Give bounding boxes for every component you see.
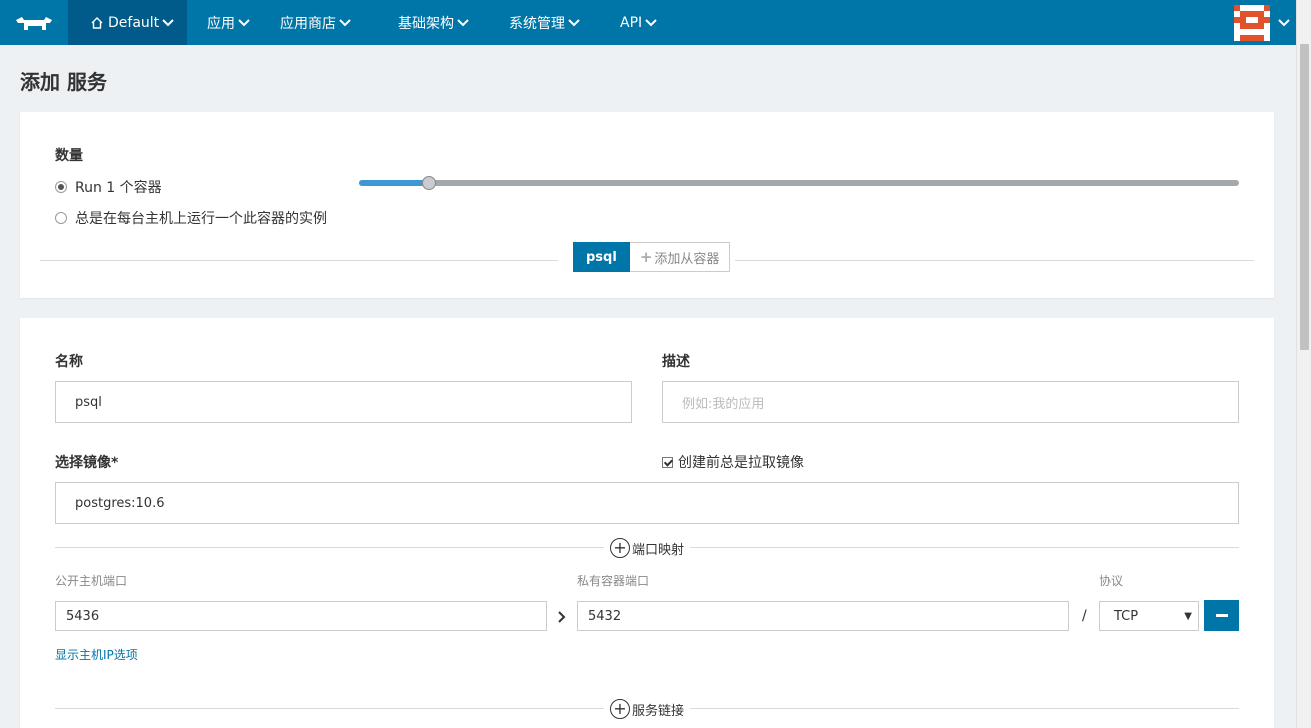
environment-switcher[interactable]: Default: [68, 0, 187, 45]
home-icon: [91, 16, 103, 29]
slider-fill: [359, 180, 430, 186]
minus-icon: [1215, 614, 1228, 617]
public-port-input[interactable]: 5436: [55, 601, 547, 631]
page-scrollbar[interactable]: [1296, 0, 1311, 728]
port-separator: /: [1082, 608, 1087, 624]
private-port-input[interactable]: 5432: [577, 601, 1069, 631]
service-form-card: 名称 psql 描述 例如:我的应用 选择镜像* 创建前总是拉取镜像 postg…: [20, 318, 1274, 728]
public-port-label: 公开主机端口: [55, 574, 128, 588]
chevron-down-icon: [339, 18, 351, 26]
chevron-down-icon: [645, 18, 657, 26]
add-service-link-button[interactable]: + 服务链接: [604, 698, 691, 720]
description-input[interactable]: 例如:我的应用: [662, 381, 1239, 423]
scale-label: 数量: [55, 148, 83, 164]
add-port-mapping-button[interactable]: + 端口映射: [604, 537, 691, 559]
add-circle-icon: +: [610, 699, 630, 719]
rancher-logo-icon[interactable]: [0, 0, 68, 45]
chevron-down-icon: [568, 18, 580, 26]
radio-button[interactable]: [55, 212, 67, 224]
nav-item-api[interactable]: API: [600, 0, 677, 45]
show-host-ip-link[interactable]: 显示主机IP选项: [55, 646, 138, 663]
radio-label: 总是在每台主机上运行一个此容器的实例: [75, 211, 327, 227]
slider-track[interactable]: [359, 180, 1239, 186]
nav-item-label: 系统管理: [509, 15, 565, 32]
radio-run-fixed[interactable]: Run 1 个容器: [55, 177, 162, 197]
scale-card: 数量 Run 1 个容器 总是在每台主机上运行一个此容器的实例 psql + 添…: [20, 112, 1274, 298]
radio-run-global[interactable]: 总是在每台主机上运行一个此容器的实例: [55, 208, 327, 228]
add-circle-icon: +: [610, 538, 630, 558]
private-port-label: 私有容器端口: [577, 574, 650, 588]
chevron-down-icon: [238, 18, 250, 26]
nav-item-label: 应用商店: [280, 15, 336, 32]
always-pull-label: 创建前总是拉取镜像: [678, 455, 804, 471]
slider-handle[interactable]: [422, 176, 437, 190]
protocol-label: 协议: [1099, 574, 1124, 588]
nav-item-label: API: [620, 14, 643, 31]
port-mapping-label: 端口映射: [632, 542, 685, 558]
plus-icon: +: [639, 248, 653, 266]
dropdown-caret-icon: ▼: [1184, 611, 1192, 622]
checkbox-checked[interactable]: [662, 456, 673, 468]
add-sidekick-button[interactable]: + 添加从容器: [629, 242, 731, 272]
divider: [735, 260, 1254, 261]
user-menu[interactable]: [1234, 0, 1296, 45]
add-sidekick-label: 添加从容器: [654, 251, 720, 267]
nav-item-admin[interactable]: 系统管理: [489, 0, 600, 45]
protocol-value: TCP: [1114, 608, 1139, 624]
always-pull-checkbox[interactable]: 创建前总是拉取镜像: [662, 452, 804, 472]
remove-port-button[interactable]: [1204, 600, 1239, 631]
nav-item-infrastructure[interactable]: 基础架构: [371, 0, 489, 45]
chevron-down-icon: [457, 18, 469, 26]
chevron-down-icon: [1278, 18, 1290, 26]
service-link-label: 服务链接: [632, 703, 685, 719]
page-title: 添加 服务: [20, 70, 107, 94]
container-tabs: psql + 添加从容器: [573, 242, 731, 272]
nav-item-catalog[interactable]: 应用商店: [270, 0, 371, 45]
description-label: 描述: [662, 354, 690, 370]
protocol-select[interactable]: TCP ▼: [1099, 601, 1199, 631]
scale-slider[interactable]: [359, 176, 1239, 190]
radio-button-checked[interactable]: [55, 181, 67, 193]
name-input[interactable]: psql: [55, 381, 632, 423]
divider: [40, 260, 558, 261]
radio-label: Run 1 个容器: [75, 180, 162, 196]
scrollbar-thumb[interactable]: [1300, 44, 1309, 350]
nav-item-apps[interactable]: 应用: [187, 0, 270, 45]
top-nav: Default 应用 应用商店 基础架构 系统管理 API: [0, 0, 1296, 45]
nav-item-label: 应用: [207, 15, 235, 32]
image-input[interactable]: postgres:10.6: [55, 482, 1239, 524]
chevron-right-icon: [558, 611, 566, 623]
nav-item-label: 基础架构: [398, 15, 454, 32]
image-label: 选择镜像*: [55, 455, 119, 471]
avatar: [1234, 4, 1270, 41]
tab-psql[interactable]: psql: [573, 242, 630, 272]
environment-label: Default: [108, 14, 160, 31]
name-label: 名称: [55, 354, 83, 370]
chevron-down-icon: [162, 18, 174, 26]
